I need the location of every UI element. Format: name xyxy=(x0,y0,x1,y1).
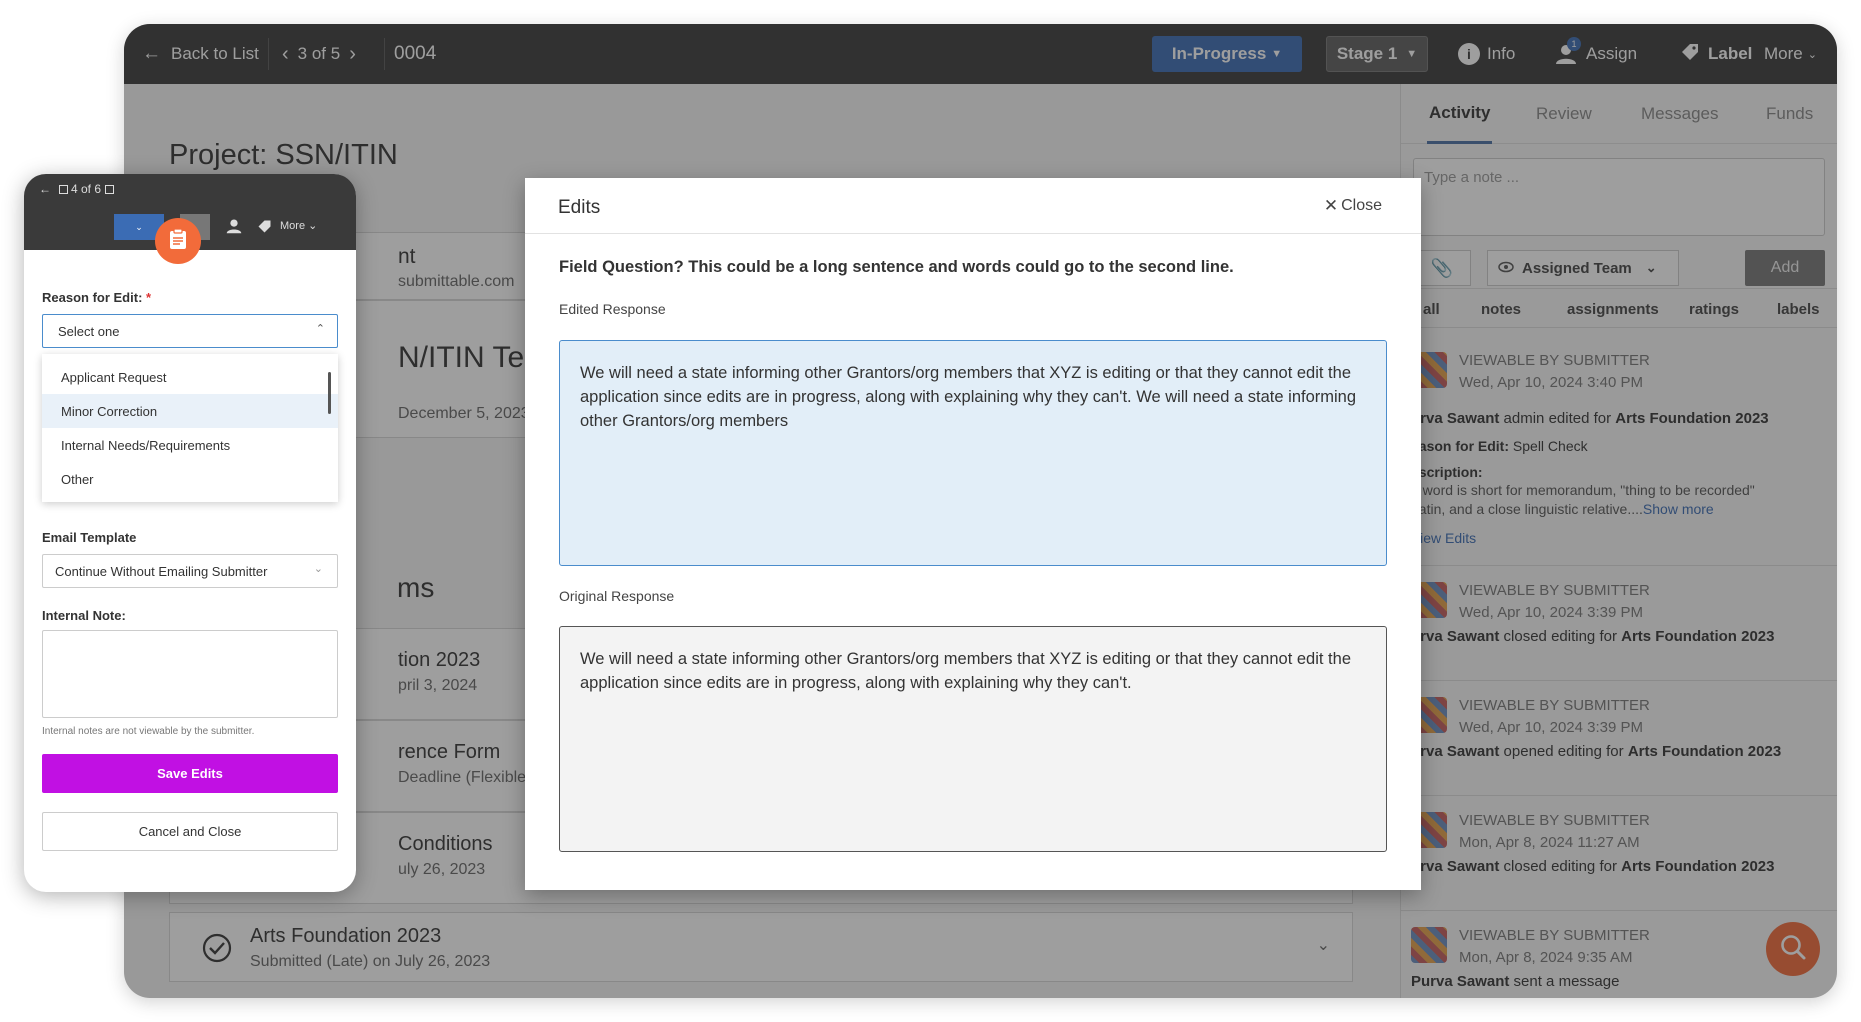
mobile-more-menu[interactable]: More ⌄ xyxy=(280,219,317,232)
email-template-select[interactable]: Continue Without Emailing Submitter ⌄ xyxy=(42,554,338,588)
internal-note-label: Internal Note: xyxy=(42,608,126,623)
option-other[interactable]: Other xyxy=(42,462,338,496)
close-button[interactable]: ✕ Close xyxy=(1324,196,1382,216)
edits-modal: Edits ✕ Close Field Question? This could… xyxy=(525,178,1421,890)
chevron-down-icon: ⌄ xyxy=(313,563,323,575)
original-response-label: Original Response xyxy=(559,588,675,604)
cancel-and-close-button[interactable]: Cancel and Close xyxy=(42,812,338,851)
internal-note-input[interactable] xyxy=(42,630,338,718)
chevron-up-icon: ⌃ xyxy=(315,323,325,335)
chevron-down-icon: ⌄ xyxy=(305,220,318,232)
clipboard-fab[interactable] xyxy=(155,218,201,264)
tag-icon[interactable] xyxy=(257,219,272,239)
option-applicant-request[interactable]: Applicant Request xyxy=(42,360,338,394)
user-icon[interactable] xyxy=(226,218,242,239)
edited-response-text: We will need a state informing other Gra… xyxy=(559,340,1387,566)
close-label: Close xyxy=(1341,197,1382,214)
arrow-left-icon[interactable]: ← xyxy=(39,182,51,196)
mobile-more-label: More xyxy=(280,220,306,232)
email-template-value: Continue Without Emailing Submitter xyxy=(55,563,268,579)
original-response-text: We will need a state informing other Gra… xyxy=(559,626,1387,852)
mobile-pager: ← 4 of 6 xyxy=(39,182,115,196)
internal-note-help: Internal notes are not viewable by the s… xyxy=(42,726,255,737)
reason-dropdown-list: Applicant Request Minor Correction Inter… xyxy=(42,354,338,502)
modal-title: Edits xyxy=(558,197,601,218)
reason-for-edit-label: Reason for Edit: * xyxy=(42,290,151,305)
edited-response-label: Edited Response xyxy=(559,301,666,317)
mobile-pager-label: 4 of 6 xyxy=(71,182,102,196)
required-mark: * xyxy=(146,290,152,305)
reason-label-text: Reason for Edit: xyxy=(42,290,143,305)
email-template-label: Email Template xyxy=(42,530,137,545)
next-square-icon[interactable] xyxy=(105,184,115,194)
select-placeholder: Select one xyxy=(58,323,120,339)
option-internal-needs[interactable]: Internal Needs/Requirements xyxy=(42,428,338,462)
clipboard-icon xyxy=(168,227,188,255)
option-minor-correction[interactable]: Minor Correction xyxy=(42,394,338,428)
save-edits-button[interactable]: Save Edits xyxy=(42,754,338,793)
reason-select[interactable]: Select one ⌃ xyxy=(42,314,338,348)
mobile-panel: ← 4 of 6 ⌄ More ⌄ Reason for Edit: * Sel… xyxy=(24,174,356,892)
field-question: Field Question? This could be a long sen… xyxy=(559,258,1234,276)
dropdown-scrollbar[interactable] xyxy=(328,372,331,414)
prev-square-icon[interactable] xyxy=(59,184,68,194)
chevron-down-icon: ⌄ xyxy=(135,221,143,232)
modal-header: Edits ✕ Close xyxy=(525,178,1421,234)
close-icon: ✕ xyxy=(1323,196,1339,215)
